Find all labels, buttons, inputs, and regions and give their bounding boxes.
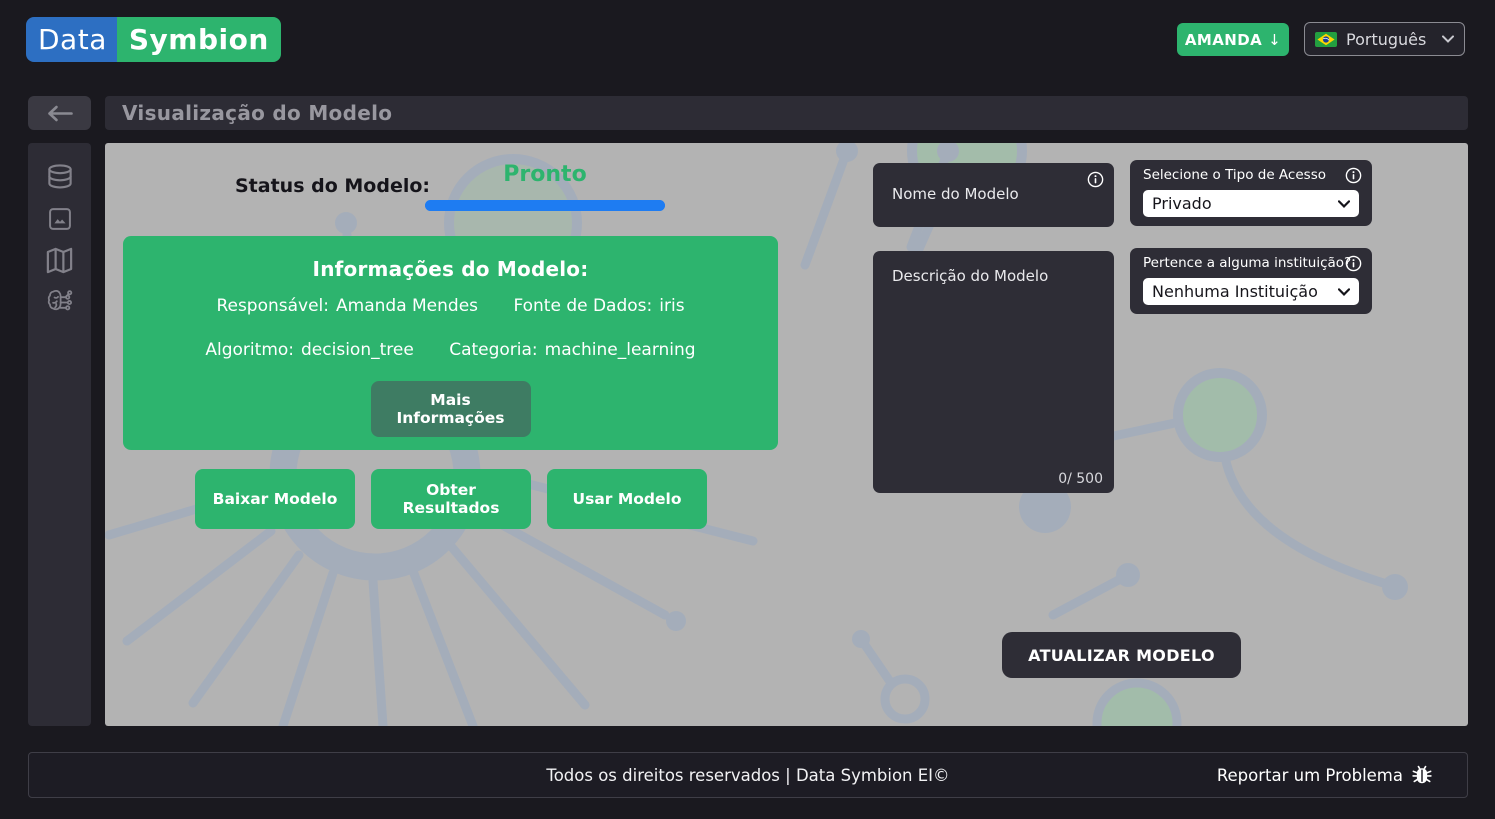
brain-circuit-icon[interactable]	[44, 287, 75, 318]
report-problem-label: Reportar um Problema	[1217, 766, 1403, 785]
datasource-label: Fonte de Dados:	[513, 296, 652, 316]
page-title: Visualização do Modelo	[122, 101, 392, 125]
chevron-down-icon	[1442, 35, 1454, 43]
user-menu-label: AMANDA	[1185, 31, 1262, 49]
download-model-button[interactable]: Baixar Modelo	[195, 469, 355, 529]
access-type-select[interactable]: Privado	[1143, 190, 1359, 217]
model-description-box: 0/ 500	[873, 251, 1114, 493]
algorithm-value: decision_tree	[301, 340, 414, 360]
model-info-row-2: Algoritmo: decision_tree Categoria: machin…	[123, 340, 778, 360]
responsible-value: Amanda Mendes	[336, 296, 478, 316]
access-type-selected-value: Privado	[1152, 194, 1212, 213]
model-name-field-box	[873, 163, 1114, 227]
brand-logo-symbion: Symbion	[117, 17, 281, 62]
model-info-row-1: Responsável: Amanda Mendes Fonte de Dados…	[123, 296, 778, 316]
model-status-value: Pronto	[425, 162, 665, 187]
category-value: machine_learning	[545, 340, 696, 360]
more-info-button[interactable]: Mais Informações	[371, 381, 531, 437]
model-progress-fill	[425, 200, 665, 211]
arrow-left-icon	[46, 105, 73, 122]
institution-label: Pertence a alguma instituição?	[1143, 255, 1360, 271]
institution-selected-value: Nenhuma Instituição	[1152, 282, 1318, 301]
back-button[interactable]	[28, 96, 91, 130]
char-counter: 0/ 500	[1058, 471, 1103, 487]
model-info-title: Informações do Modelo:	[123, 257, 778, 281]
user-menu-button[interactable]: AMANDA ↓	[1177, 23, 1289, 56]
datasource-value: iris	[659, 296, 684, 316]
category-label: Categoria:	[449, 340, 537, 360]
chevron-down-icon	[1338, 200, 1350, 208]
database-icon[interactable]	[44, 161, 75, 192]
info-icon[interactable]	[1345, 255, 1362, 272]
brand-logo-data: Data	[26, 17, 117, 62]
brazil-flag-icon	[1315, 32, 1337, 47]
arrow-down-icon: ↓	[1268, 31, 1281, 49]
use-model-button[interactable]: Usar Modelo	[547, 469, 707, 529]
model-status-label: Status do Modelo:	[235, 175, 430, 197]
model-progress-bar	[425, 200, 665, 211]
institution-box: Pertence a alguma instituição? Nenhuma I…	[1130, 248, 1372, 314]
info-icon[interactable]	[1345, 167, 1362, 184]
brand-logo[interactable]: Data Symbion	[26, 17, 281, 62]
map-icon[interactable]	[44, 245, 75, 276]
institution-select[interactable]: Nenhuma Instituição	[1143, 278, 1359, 305]
access-type-label: Selecione o Tipo de Acesso	[1143, 167, 1360, 183]
model-description-input[interactable]	[890, 265, 1099, 464]
sidebar	[28, 143, 91, 726]
page-title-bar: Visualização do Modelo	[105, 96, 1468, 130]
model-name-input[interactable]	[890, 184, 1089, 204]
info-icon[interactable]	[1087, 171, 1104, 188]
chevron-down-icon	[1338, 288, 1350, 296]
bug-icon	[1411, 764, 1433, 786]
get-results-button[interactable]: Obter Resultados	[371, 469, 531, 529]
language-select-value: Português	[1346, 30, 1433, 49]
report-problem-link[interactable]: Reportar um Problema	[1217, 764, 1433, 786]
model-info-card: Informações do Modelo: Responsável: Amand…	[123, 236, 778, 450]
responsible-label: Responsável:	[216, 296, 329, 316]
footer: Todos os direitos reservados | Data Symb…	[28, 752, 1468, 798]
image-icon[interactable]	[44, 203, 75, 234]
language-select[interactable]: Português	[1304, 22, 1465, 56]
access-type-box: Selecione o Tipo de Acesso Privado	[1130, 160, 1372, 226]
app-window: Data Symbion AMANDA ↓ Português Visualiz…	[0, 0, 1495, 819]
model-view-panel: Status do Modelo: Pronto Informações do …	[105, 143, 1468, 726]
update-model-button[interactable]: ATUALIZAR MODELO	[1002, 632, 1241, 678]
algorithm-label: Algoritmo:	[205, 340, 294, 360]
